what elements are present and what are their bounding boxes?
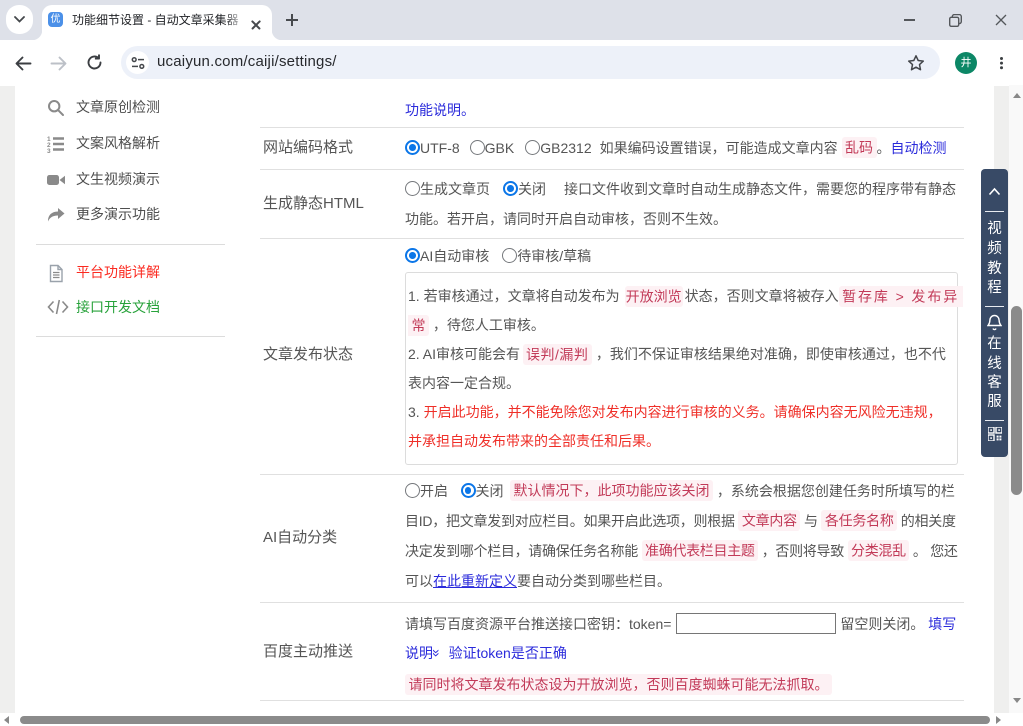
svg-text:3: 3	[47, 148, 51, 153]
